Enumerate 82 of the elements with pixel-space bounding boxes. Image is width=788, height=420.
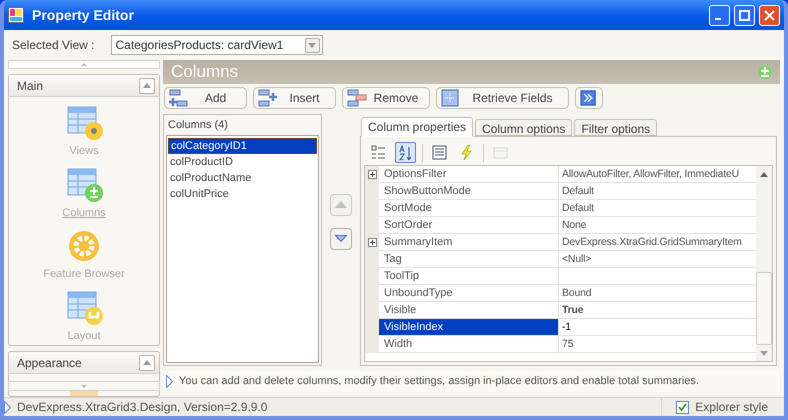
property-value[interactable]: 75 <box>559 336 756 353</box>
tab[interactable]: Column options <box>475 119 572 136</box>
property-name[interactable]: OptionsFilter <box>379 166 559 183</box>
group-title: Main <box>17 78 44 94</box>
close-icon <box>764 10 775 20</box>
sort-icon <box>398 145 413 160</box>
status-text: DevExpress.XtraGrid3.Design, Version=2.9.9.0 <box>17 399 268 416</box>
property-name[interactable]: VisibleIndex <box>379 319 559 336</box>
toolbar-button[interactable]: Insert <box>253 87 336 109</box>
checkbox-label[interactable]: Explorer style <box>695 398 768 416</box>
triangle-icon <box>4 400 11 414</box>
property-name[interactable]: Tag <box>379 251 559 268</box>
minimize-icon <box>714 18 720 20</box>
triangle-icon <box>166 375 173 388</box>
list-item[interactable]: colCategoryID1 <box>168 138 317 154</box>
dropdown-button[interactable] <box>304 38 320 52</box>
app-icon <box>8 7 24 23</box>
down-triangle-icon <box>335 235 347 242</box>
property-name[interactable]: SummaryItem <box>379 234 559 251</box>
remove-column-icon <box>347 89 367 107</box>
property-value[interactable]: Default <box>559 200 756 217</box>
collapse-button[interactable] <box>139 78 155 94</box>
property-value[interactable]: Bound <box>559 285 756 302</box>
caret-icon <box>81 63 87 66</box>
expand-button[interactable] <box>368 238 376 247</box>
plus-icon <box>370 172 374 177</box>
expand-button[interactable] <box>368 170 376 179</box>
caret-icon <box>308 42 316 48</box>
caret-icon <box>143 83 151 88</box>
panel-title: Columns <box>171 61 238 84</box>
scrollbar-thumb[interactable] <box>756 272 772 345</box>
caret-icon <box>143 360 151 365</box>
checkmark-icon <box>678 403 688 411</box>
tab[interactable]: Column properties <box>361 117 474 137</box>
retrieve-icon <box>441 89 461 107</box>
property-name[interactable]: SortMode <box>379 200 559 217</box>
list-item[interactable]: colUnitPrice <box>168 186 317 202</box>
caret-icon <box>760 350 768 356</box>
up-triangle-icon <box>335 201 347 208</box>
toolbar-button[interactable]: Remove <box>342 87 430 109</box>
property-value[interactable]: None <box>559 217 756 234</box>
property-value[interactable]: True <box>559 302 756 319</box>
add-column-icon <box>169 89 189 107</box>
property-value[interactable]: -1 <box>559 319 756 336</box>
view-dropdown[interactable]: CategoriesProducts: cardView1 <box>110 35 322 55</box>
property-value[interactable]: AllowAutoFilter, AllowFilter, ImmediateU <box>559 166 756 183</box>
maximize-button[interactable] <box>734 4 755 26</box>
tab[interactable]: Filter options <box>574 119 658 136</box>
window-title: Property Editor <box>32 6 135 25</box>
grid-tool-button[interactable] <box>395 142 416 163</box>
property-value[interactable]: Default <box>559 183 756 200</box>
caret-icon <box>760 172 768 176</box>
field-label: Selected View : <box>12 37 94 54</box>
close-button[interactable] <box>759 4 780 26</box>
list-item[interactable]: colProductID <box>168 154 317 170</box>
plus-icon <box>370 240 374 245</box>
group-title: Appearance <box>17 354 82 372</box>
toolbar-button[interactable]: Add <box>164 87 247 109</box>
insert-column-icon <box>258 89 278 107</box>
row-gutter <box>365 336 379 353</box>
collapse-button[interactable] <box>139 354 155 370</box>
property-value[interactable]: <Null> <box>559 251 756 268</box>
add-icon <box>758 65 772 79</box>
minimize-button[interactable] <box>709 4 730 26</box>
property-name[interactable]: ShowButtonMode <box>379 183 559 200</box>
categorized-icon <box>371 145 386 160</box>
hint-text: You can add and delete columns, modify their settings, assign in-place editors and enable total summaries. <box>179 374 699 390</box>
move-down-button[interactable] <box>330 228 352 250</box>
property-name[interactable]: Width <box>379 336 559 353</box>
pages-icon <box>493 145 508 160</box>
more-button[interactable] <box>575 87 603 109</box>
property-name[interactable]: UnboundType <box>379 285 559 302</box>
property-name[interactable]: SortOrder <box>379 217 559 234</box>
lightning-icon <box>459 145 474 160</box>
toolbar-button[interactable]: Retrieve Fields <box>436 87 569 109</box>
checkbox[interactable] <box>676 400 690 414</box>
list-title: Columns (4) <box>167 118 229 133</box>
maximize-icon <box>739 10 750 20</box>
property-value[interactable]: DevExpress.XtraGrid.GridSummaryItem <box>559 234 756 251</box>
property-name[interactable]: ToolTip <box>379 268 559 285</box>
list-icon <box>432 145 447 160</box>
list-item[interactable]: colProductName <box>168 170 317 186</box>
